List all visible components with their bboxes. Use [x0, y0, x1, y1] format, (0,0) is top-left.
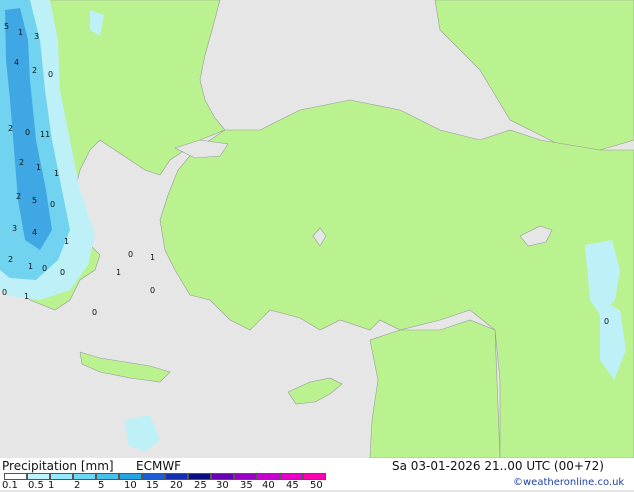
- legend-tick-label: 40: [262, 480, 275, 491]
- credit-text: ©weatheronline.co.uk: [513, 477, 625, 488]
- map-value-label: 5: [32, 196, 38, 205]
- legend-tick-label: 2: [74, 480, 81, 491]
- map-value-label: 0: [604, 317, 610, 326]
- map-value-label: 4: [14, 58, 20, 67]
- legend-tick-label: 20: [170, 480, 183, 491]
- map-value-label: 0: [150, 286, 156, 295]
- legend-swatch: [119, 473, 142, 480]
- map-value-label: 3: [34, 32, 40, 41]
- map-value-label: 0: [2, 288, 8, 297]
- map-value-label: 3: [12, 224, 18, 233]
- legend-tick-label: 30: [216, 480, 229, 491]
- legend-tick-label: 0.1: [2, 480, 18, 491]
- legend-tick-label: 1: [48, 480, 55, 491]
- legend-bar: Precipitation [mm] ECMWF Sa 03-01-2026 2…: [0, 458, 634, 492]
- map-value-label: 11: [40, 130, 51, 139]
- map-value-label: 0: [60, 268, 66, 277]
- legend-swatch: [280, 473, 303, 480]
- legend-swatch: [165, 473, 188, 480]
- map-value-label: 2: [8, 124, 14, 133]
- legend-tick-label: 35: [240, 480, 253, 491]
- map-value-label: 1: [28, 262, 34, 271]
- map-value-label: 4: [32, 228, 38, 237]
- map-value-label: 1: [18, 28, 24, 37]
- legend-tick-label: 45: [286, 480, 299, 491]
- legend-ticks: 0.1 0.5 1 2 5 10 15 20 25 30 35 40 45 50: [0, 480, 340, 492]
- legend-swatch: [303, 473, 326, 480]
- map-value-label: 0: [42, 264, 48, 273]
- legend-swatch: [234, 473, 257, 480]
- legend-swatch: [4, 473, 27, 480]
- map-value-label: 2: [16, 192, 22, 201]
- legend-tick-label: 15: [146, 480, 159, 491]
- map-value-label: 2: [19, 158, 25, 167]
- legend-swatch: [257, 473, 280, 480]
- map-value-label: 0: [128, 250, 134, 259]
- legend-tick-label: 50: [310, 480, 323, 491]
- map-value-label: 1: [150, 253, 156, 262]
- legend-swatch: [50, 473, 73, 480]
- map-value-label: 1: [54, 169, 60, 178]
- precipitation-map: [0, 0, 634, 458]
- map-value-label: 1: [36, 163, 42, 172]
- map-value-label: 2: [8, 255, 14, 264]
- map-value-label: 1: [116, 268, 122, 277]
- legend-swatch: [73, 473, 96, 480]
- legend-tick-label: 10: [124, 480, 137, 491]
- legend-tick-label: 5: [98, 480, 105, 491]
- map-value-label: 0: [50, 200, 56, 209]
- legend-swatch: [142, 473, 165, 480]
- map-value-label: 2: [32, 66, 38, 75]
- legend-tick-label: 25: [194, 480, 207, 491]
- valid-time: Sa 03-01-2026 21..00 UTC (00+72): [392, 459, 604, 473]
- map-value-label: 5: [4, 22, 10, 31]
- legend-swatch: [188, 473, 211, 480]
- map-value-label: 0: [48, 70, 54, 79]
- legend-swatch: [96, 473, 119, 480]
- map-value-label: 0: [25, 128, 31, 137]
- model-name: ECMWF: [136, 459, 182, 473]
- chart-title: Precipitation [mm]: [2, 459, 114, 473]
- map-value-label: 1: [64, 237, 70, 246]
- legend-swatch: [211, 473, 234, 480]
- map-value-label: 1: [24, 292, 30, 301]
- map-value-label: 0: [92, 308, 98, 317]
- land-levant: [369, 319, 501, 458]
- legend-tick-label: 0.5: [28, 480, 44, 491]
- legend-swatch: [27, 473, 50, 480]
- legend-swatches: [4, 473, 328, 480]
